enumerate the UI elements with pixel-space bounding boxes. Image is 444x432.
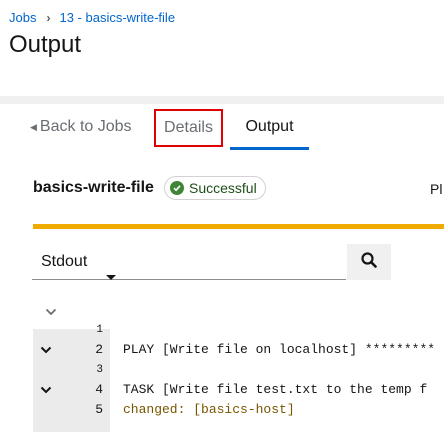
output-line: 1 — [33, 320, 444, 340]
line-text: TASK [Write file test.txt to the temp f — [123, 382, 428, 397]
chevron-down-icon — [45, 308, 57, 316]
line-number: 1 — [96, 324, 103, 336]
output-line: 5 changed: [basics-host] — [33, 400, 444, 420]
back-to-jobs-tab[interactable]: ◀ Back to Jobs — [30, 104, 132, 150]
breadcrumb: Jobs › 13 - basics-write-file — [9, 10, 175, 25]
output-toolbar: Stdout — [0, 229, 444, 289]
page-header: Jobs › 13 - basics-write-file Output — [0, 0, 444, 96]
page-title: Output — [9, 31, 82, 58]
output-type-select[interactable]: Stdout — [32, 244, 134, 280]
back-to-jobs-label: Back to Jobs — [39, 118, 132, 135]
tab-output[interactable]: Output — [230, 104, 309, 150]
job-summary: basics-write-file Successful Pl — [0, 152, 444, 224]
search-button[interactable] — [347, 244, 391, 280]
job-name: basics-write-file — [33, 179, 154, 196]
chevron-down-icon[interactable] — [39, 344, 53, 356]
search-input[interactable] — [134, 244, 346, 280]
line-text: PLAY [Write file on localhost] ********* — [123, 342, 436, 357]
breadcrumb-separator: › — [46, 10, 51, 25]
output-line: 2 PLAY [Write file on localhost] ********… — [33, 340, 444, 360]
collapse-all-toggle[interactable] — [41, 302, 61, 322]
active-tab-indicator — [230, 147, 309, 150]
chevron-down-icon[interactable] — [39, 384, 53, 396]
breadcrumb-current-job[interactable]: 13 - basics-write-file — [59, 10, 175, 25]
tab-output-label: Output — [245, 118, 294, 135]
output-type-value: Stdout — [41, 252, 88, 270]
breadcrumb-jobs-link[interactable]: Jobs — [9, 10, 36, 25]
output-line: 3 — [33, 360, 444, 380]
line-number: 2 — [95, 342, 103, 357]
tab-details-label: Details — [164, 119, 213, 136]
tab-bar: ◀ Back to Jobs Details Output — [0, 104, 444, 152]
job-output-panel: 1 2 PLAY [Write file on localhost] *******… — [33, 296, 444, 432]
caret-left-icon: ◀ — [30, 121, 37, 132]
section-divider — [0, 96, 444, 104]
line-number: 5 — [95, 402, 103, 417]
status-label: Successful — [189, 180, 257, 196]
line-number: 3 — [96, 364, 103, 376]
status-badge: Successful — [164, 176, 266, 200]
output-line: 4 TASK [Write file test.txt to the temp f — [33, 380, 444, 400]
check-circle-icon — [170, 181, 184, 195]
search-icon — [361, 251, 377, 273]
line-text: changed: [basics-host] — [123, 402, 295, 417]
truncated-label: Pl — [430, 181, 443, 197]
line-number: 4 — [95, 382, 103, 397]
code-area: 1 2 PLAY [Write file on localhost] *******… — [33, 324, 444, 432]
caret-down-icon — [106, 259, 116, 300]
tab-details[interactable]: Details — [154, 109, 223, 147]
